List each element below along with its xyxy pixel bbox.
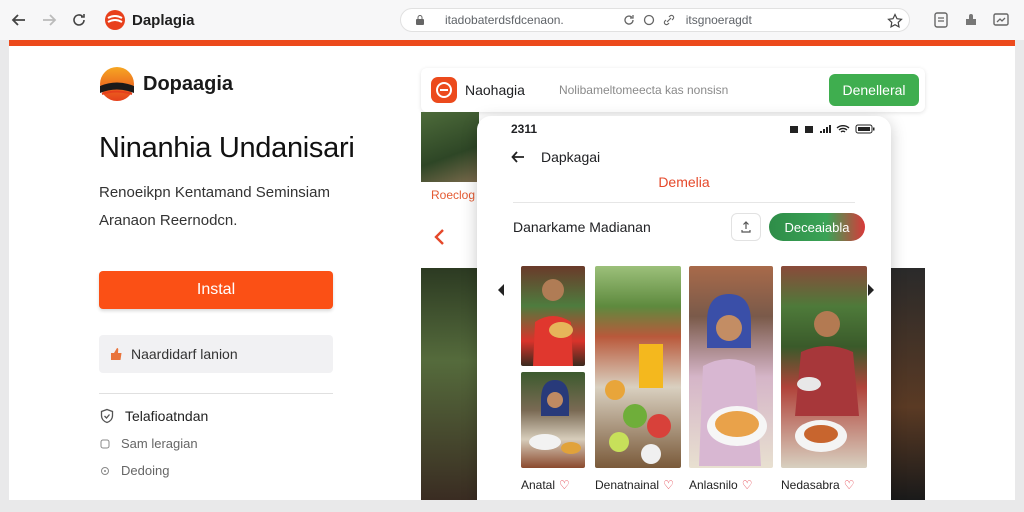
secondary-label: Naardidarf lanion (131, 346, 238, 362)
link-icon[interactable] (662, 13, 676, 27)
photo-tile[interactable] (521, 266, 585, 366)
feature-label: Telafioatndan (125, 408, 209, 424)
install-button[interactable]: Instal (99, 271, 333, 309)
listing-app-name: Naohagia (465, 82, 525, 98)
listing-search-text: Nolibameltomeecta kas nonsisn (558, 83, 729, 97)
heart-icon[interactable]: ♡ (559, 478, 570, 492)
puzzle-icon[interactable] (962, 11, 980, 29)
lock-icon (416, 15, 424, 25)
caption-text: Denatnainal (595, 478, 660, 492)
phone-action-button[interactable]: Deceaiabla (769, 213, 865, 241)
brand-logo-icon (100, 67, 134, 101)
settings-icon (101, 466, 109, 475)
browser-toolbar: Daplagia itadobaterdsfdcenaon. itsgnoera… (0, 0, 1024, 40)
photo-gallery: Anatal ♡ Denatnainal ♡ Anlasnilo ♡ Nedasabr… (491, 266, 877, 492)
arrow-left-icon (11, 14, 25, 26)
heart-icon[interactable]: ♡ (663, 478, 674, 492)
phone-header: Dapkagai (477, 142, 891, 172)
app-icon (431, 77, 457, 103)
star-icon[interactable] (887, 13, 903, 29)
extension-icon[interactable] (932, 11, 950, 29)
hero-section: Dopaagia Ninanhia Undanisari Renoeikpn K… (99, 66, 355, 478)
caption-text: Nedasabra (781, 478, 840, 492)
reload-icon (73, 14, 85, 26)
photo-tile[interactable] (521, 372, 585, 468)
person-photo (533, 279, 573, 366)
back-arrow-icon[interactable] (511, 150, 525, 164)
share-button[interactable] (731, 213, 761, 241)
cast-icon[interactable] (992, 11, 1010, 29)
food-photo (605, 344, 671, 464)
circle-icon[interactable] (642, 13, 656, 27)
sub-item-label: Dedoing (121, 463, 170, 478)
sub-item[interactable]: Dedoing (99, 463, 349, 478)
phone-preview: 2311 Dapkagai Demelia Danarkame Madianan… (477, 116, 891, 500)
photo-tile[interactable] (689, 266, 773, 468)
sub-item-label: Sam leragian (121, 436, 198, 451)
refresh-icon[interactable] (622, 13, 636, 27)
caption-text: Anatal (521, 478, 556, 492)
device-icon (100, 439, 110, 448)
thumb-icon (111, 348, 122, 360)
alarm-icon (805, 126, 813, 133)
brand-name: Dopaagia (143, 72, 234, 95)
brand: Dopaagia (99, 66, 349, 102)
url-text: itadobaterdsfdcenaon. (445, 13, 564, 27)
description: Renoeikpn Kentamand Seminsiam Aranaon Re… (99, 179, 349, 235)
phone-action-row: Danarkame Madianan Deceaiabla (477, 213, 891, 241)
divider (513, 202, 855, 203)
feature-item[interactable]: Telafioatndan (99, 408, 349, 424)
photo-tile[interactable] (781, 266, 867, 468)
status-time: 2311 (511, 122, 538, 136)
sub-item[interactable]: Sam leragian (99, 436, 349, 451)
chevron-left-icon[interactable] (433, 228, 447, 246)
photo-tile[interactable] (595, 266, 681, 468)
phone-subtitle: Demelia (658, 174, 710, 190)
page-title: Ninanhia Undanisari (99, 132, 355, 164)
listing-header: Naohagia Nolibameltomeecta kas nonsisn D… (421, 68, 925, 112)
reload-button[interactable] (68, 9, 90, 31)
photo-caption: Nedasabra ♡ (781, 478, 854, 492)
photo-caption: Denatnainal ♡ (595, 478, 674, 492)
wifi-icon (836, 125, 850, 133)
description-line: Aranaon Reernodcn. (99, 212, 238, 229)
person-photo (699, 294, 767, 466)
heart-icon[interactable]: ♡ (844, 478, 855, 492)
phone-title: Dapkagai (541, 149, 601, 165)
notification-icon (790, 126, 798, 133)
site-logo: Daplagia (104, 9, 195, 31)
battery-icon (855, 124, 875, 134)
background-photo (421, 112, 479, 182)
background-photo (889, 268, 925, 500)
back-button[interactable] (8, 9, 30, 31)
tab-title: Daplagia (132, 11, 195, 29)
share-icon (741, 221, 751, 233)
chevron-left-icon[interactable] (495, 282, 507, 298)
person-photo (795, 311, 859, 452)
photo-label: Roeclog (431, 188, 476, 202)
shield-check-icon (100, 408, 114, 424)
photo-caption: Anlasnilo ♡ (689, 478, 752, 492)
address-bar[interactable]: itadobaterdsfdcenaon. itsgnoeragdt (400, 8, 910, 32)
person-photo (529, 380, 581, 454)
photo-caption: Anatal ♡ (521, 478, 570, 492)
description-line: Renoeikpn Kentamand Seminsiam (99, 184, 330, 201)
background-photo (421, 268, 481, 500)
brand-logo-icon (105, 10, 125, 30)
listing-action-button[interactable]: Denelleral (829, 74, 919, 106)
arrow-right-icon (43, 14, 57, 26)
divider (99, 393, 333, 394)
signal-icon (820, 125, 831, 133)
url-text-secondary: itsgnoeragdt (685, 13, 752, 27)
phone-row-label: Danarkame Madianan (513, 219, 651, 235)
page-content: Dopaagia Ninanhia Undanisari Renoeikpn K… (9, 46, 1015, 500)
caption-text: Anlasnilo (689, 478, 738, 492)
status-bar: 2311 (477, 116, 891, 142)
heart-icon[interactable]: ♡ (742, 478, 753, 492)
forward-button[interactable] (38, 9, 60, 31)
secondary-button[interactable]: Naardidarf lanion (99, 335, 333, 373)
